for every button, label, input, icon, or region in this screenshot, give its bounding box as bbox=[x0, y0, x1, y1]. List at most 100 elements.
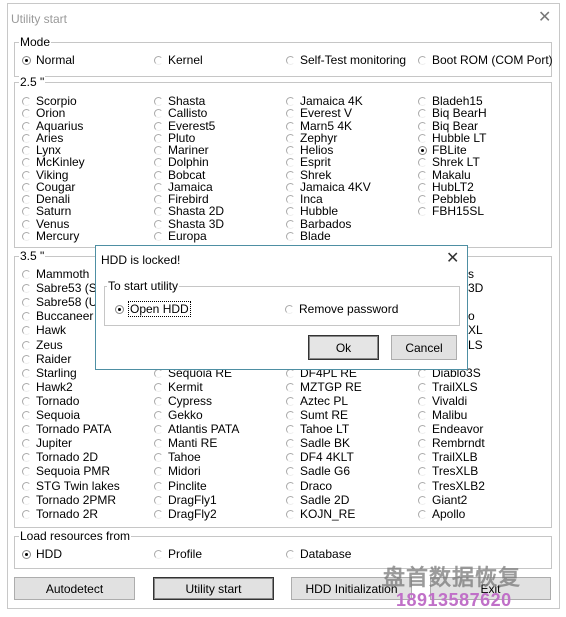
model-radio[interactable]: Tahoe LT bbox=[286, 423, 349, 435]
model-radio[interactable]: Sadle BK bbox=[286, 437, 350, 449]
model-radio[interactable]: TresXLB bbox=[418, 465, 478, 477]
close-icon[interactable]: ✕ bbox=[538, 10, 551, 26]
model-radio[interactable]: Pebbleb bbox=[418, 193, 476, 205]
model-radio[interactable]: MZTGP RE bbox=[286, 381, 362, 393]
utility-start-button[interactable]: Utility start bbox=[153, 577, 274, 600]
model-radio[interactable]: TrailXLS bbox=[418, 381, 478, 393]
model-radio[interactable]: Buccaneer bbox=[22, 310, 93, 322]
model-radio[interactable]: Starling bbox=[22, 367, 77, 379]
model-radio[interactable]: Cougar bbox=[22, 181, 75, 193]
model-radio[interactable]: Gekko bbox=[154, 409, 203, 421]
model-radio[interactable]: Jupiter bbox=[22, 437, 72, 449]
model-radio[interactable]: Hawk bbox=[22, 324, 66, 336]
model-radio[interactable]: Kermit bbox=[154, 381, 203, 393]
model-radio[interactable]: Manti RE bbox=[154, 437, 217, 449]
model-radio[interactable]: Shrek bbox=[286, 169, 331, 181]
model-radio[interactable]: Denali bbox=[22, 193, 70, 205]
model-radio[interactable]: Helios bbox=[286, 144, 333, 156]
model-radio[interactable]: Jamaica 4K bbox=[286, 95, 363, 107]
model-radio[interactable]: Venus bbox=[22, 218, 69, 230]
model-radio[interactable]: Tahoe bbox=[154, 451, 201, 463]
model-radio[interactable]: STG Twin lakes bbox=[22, 480, 120, 492]
model-radio[interactable]: DragFly1 bbox=[154, 494, 217, 506]
model-radio[interactable]: Blade bbox=[286, 230, 331, 242]
model-radio[interactable]: Sadle 2D bbox=[286, 494, 349, 506]
model-radio[interactable]: Biq BearH bbox=[418, 107, 487, 119]
mode-radio[interactable]: Kernel bbox=[154, 54, 203, 66]
mode-radio[interactable]: Self-Test monitoring bbox=[286, 54, 406, 66]
load-radio[interactable]: Database bbox=[286, 548, 351, 560]
model-radio[interactable]: Shasta 2D bbox=[154, 205, 224, 217]
model-radio[interactable]: Pluto bbox=[154, 132, 195, 144]
model-radio[interactable]: Sadle G6 bbox=[286, 465, 350, 477]
model-radio[interactable]: Sumt RE bbox=[286, 409, 348, 421]
mode-radio[interactable]: Normal bbox=[22, 54, 75, 66]
model-radio[interactable]: Tornado PATA bbox=[22, 423, 111, 435]
cancel-button[interactable]: Cancel bbox=[391, 335, 457, 360]
model-radio[interactable]: Everest V bbox=[286, 107, 352, 119]
radio-remove-password[interactable]: Remove password bbox=[285, 303, 398, 315]
model-radio[interactable]: Hawk2 bbox=[22, 381, 73, 393]
model-radio[interactable]: Makalu bbox=[418, 169, 471, 181]
model-radio[interactable]: Callisto bbox=[154, 107, 207, 119]
model-radio[interactable]: Shrek LT bbox=[418, 156, 480, 168]
model-radio[interactable]: Europa bbox=[154, 230, 207, 242]
model-radio[interactable]: Shasta 3D bbox=[154, 218, 224, 230]
model-radio[interactable]: Tornado 2D bbox=[22, 451, 98, 463]
model-radio[interactable]: Lynx bbox=[22, 144, 61, 156]
model-radio[interactable]: Bladeh15 bbox=[418, 95, 483, 107]
model-radio[interactable]: Jamaica bbox=[154, 181, 213, 193]
model-radio[interactable]: Barbados bbox=[286, 218, 351, 230]
model-radio[interactable]: FBH15SL bbox=[418, 205, 484, 217]
model-radio[interactable]: Dolphin bbox=[154, 156, 209, 168]
model-radio[interactable]: TresXLB2 bbox=[418, 480, 485, 492]
model-radio[interactable]: Sabre58 (Un bbox=[22, 296, 104, 308]
model-radio[interactable]: Apollo bbox=[418, 508, 465, 520]
ok-button[interactable]: Ok bbox=[308, 335, 379, 360]
model-radio[interactable]: Scorpio bbox=[22, 95, 77, 107]
model-radio[interactable]: Hubble bbox=[286, 205, 338, 217]
model-radio[interactable]: TrailXLB bbox=[418, 451, 478, 463]
load-radio[interactable]: Profile bbox=[154, 548, 202, 560]
model-radio[interactable]: Rembrndt bbox=[418, 437, 485, 449]
model-radio[interactable]: Zephyr bbox=[286, 132, 337, 144]
model-radio[interactable]: Midori bbox=[154, 465, 201, 477]
model-radio[interactable]: Sequoia bbox=[22, 409, 80, 421]
model-radio[interactable]: Cypress bbox=[154, 395, 212, 407]
model-radio[interactable]: Endeavor bbox=[418, 423, 483, 435]
model-radio[interactable]: Marn5 4K bbox=[286, 120, 352, 132]
model-radio[interactable]: Esprit bbox=[286, 156, 331, 168]
dialog-close-icon[interactable]: ✕ bbox=[446, 251, 459, 267]
mode-radio[interactable]: Boot ROM (COM Port) bbox=[418, 54, 553, 66]
model-radio[interactable]: Atlantis PATA bbox=[154, 423, 239, 435]
model-radio[interactable]: Firebird bbox=[154, 193, 209, 205]
model-radio[interactable]: Pinclite bbox=[154, 480, 207, 492]
model-radio[interactable]: Jamaica 4KV bbox=[286, 181, 371, 193]
model-radio[interactable]: Viking bbox=[22, 169, 68, 181]
model-radio[interactable]: Sabre53 (Sal bbox=[22, 282, 106, 294]
model-radio[interactable]: Sequoia PMR bbox=[22, 465, 110, 477]
model-radio[interactable]: Draco bbox=[286, 480, 332, 492]
model-radio[interactable]: Hubble LT bbox=[418, 132, 486, 144]
model-radio[interactable]: Mammoth bbox=[22, 268, 89, 280]
model-radio[interactable]: Mariner bbox=[154, 144, 209, 156]
model-radio[interactable]: Biq Bear bbox=[418, 120, 478, 132]
model-radio[interactable]: Malibu bbox=[418, 409, 467, 421]
model-radio[interactable]: Tornado 2R bbox=[22, 508, 98, 520]
model-radio[interactable]: Tornado bbox=[22, 395, 79, 407]
model-radio[interactable]: Aquarius bbox=[22, 120, 83, 132]
model-radio[interactable]: Tornado 2PMR bbox=[22, 494, 116, 506]
model-radio[interactable]: Inca bbox=[286, 193, 323, 205]
autodetect-button[interactable]: Autodetect bbox=[14, 577, 135, 600]
model-radio[interactable]: DragFly2 bbox=[154, 508, 217, 520]
model-radio[interactable]: KOJN_RE bbox=[286, 508, 355, 520]
model-radio[interactable]: Shasta bbox=[154, 95, 205, 107]
model-radio[interactable]: Saturn bbox=[22, 205, 71, 217]
model-radio[interactable]: Orion bbox=[22, 107, 65, 119]
model-radio[interactable]: FBLite bbox=[418, 144, 467, 156]
model-radio[interactable]: Zeus bbox=[22, 339, 63, 351]
model-radio[interactable]: Bobcat bbox=[154, 169, 205, 181]
model-radio[interactable]: Aries bbox=[22, 132, 63, 144]
model-radio[interactable]: HubLT2 bbox=[418, 181, 474, 193]
model-radio[interactable]: Raider bbox=[22, 353, 71, 365]
